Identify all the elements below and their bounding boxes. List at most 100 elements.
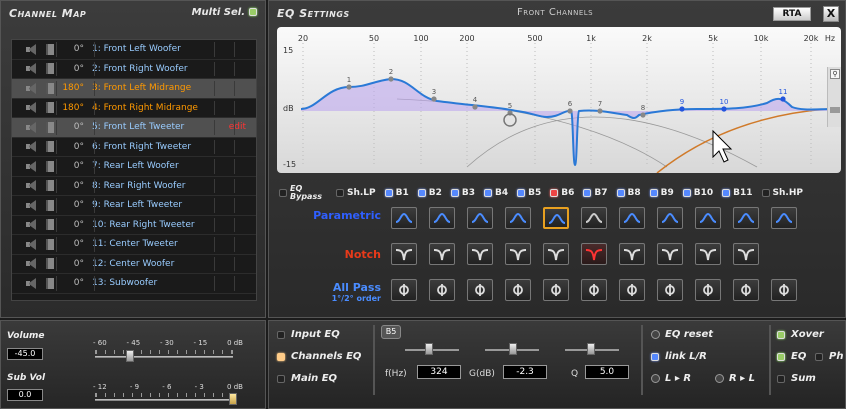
channel-phase[interactable]: 0°	[58, 239, 84, 249]
magnifier-icon[interactable]: ⚲	[830, 69, 840, 79]
allpass-filter-button-b10[interactable]	[733, 279, 759, 301]
sum-toggle[interactable]: Sum	[777, 373, 816, 384]
allpass-filter-button-b3[interactable]	[467, 279, 493, 301]
allpass-filter-button-b6[interactable]	[581, 279, 607, 301]
phase-toggle[interactable]: Ph	[815, 351, 843, 362]
channel-phase[interactable]: 0°	[58, 278, 84, 288]
speaker-mute-icon[interactable]	[26, 82, 38, 94]
notch-filter-button-b1[interactable]	[391, 243, 417, 265]
allpass-filter-button-b9[interactable]	[695, 279, 721, 301]
subvol-slider-knob[interactable]	[229, 393, 237, 405]
notch-filter-button-b2[interactable]	[429, 243, 455, 265]
parametric-filter-button-b7[interactable]	[619, 207, 645, 229]
eq-curve-plot[interactable]: 20 50 100 200 500 1k 2k 5k 10k 20k Hz 15 dB -15 1 2 3 4 5 6…	[277, 27, 841, 173]
band-toggle-b8[interactable]: B8	[616, 188, 641, 198]
speaker-mute-icon[interactable]	[26, 219, 38, 231]
channel-row[interactable]: 0° 11: Center Tweeter	[12, 235, 256, 255]
speaker-mute-icon[interactable]	[26, 43, 38, 55]
copy-r-to-l-button[interactable]: R ▸ L	[715, 373, 755, 384]
channel-phase[interactable]: 180°	[58, 103, 84, 113]
solo-icon[interactable]	[46, 102, 54, 114]
notch-filter-button-b6[interactable]	[581, 243, 607, 265]
xover-toggle[interactable]: Xover	[777, 329, 824, 340]
solo-icon[interactable]	[46, 82, 54, 94]
allpass-filter-button-b5[interactable]	[543, 279, 569, 301]
parametric-filter-button-b8[interactable]	[657, 207, 683, 229]
channel-phase[interactable]: 0°	[58, 161, 84, 171]
link-lr-toggle[interactable]: link L/R	[651, 351, 707, 362]
channel-phase[interactable]: 0°	[58, 220, 84, 230]
allpass-filter-button-b11[interactable]	[771, 279, 797, 301]
shelf-lp-toggle[interactable]: Sh.LP	[336, 188, 376, 198]
subvol-value-field[interactable]: 0.0	[7, 389, 43, 401]
speaker-mute-icon[interactable]	[26, 141, 38, 153]
speaker-mute-icon[interactable]	[26, 102, 38, 114]
notch-filter-button-b7[interactable]	[619, 243, 645, 265]
band-toggle-b6[interactable]: B6	[550, 188, 574, 198]
channel-row[interactable]: 0° 13: Subwoofer	[12, 274, 256, 294]
solo-icon[interactable]	[46, 141, 54, 153]
notch-filter-button-b3[interactable]	[467, 243, 493, 265]
notch-filter-button-b9[interactable]	[695, 243, 721, 265]
allpass-filter-button-b1[interactable]	[391, 279, 417, 301]
channel-row[interactable]: 0° 8: Rear Right Woofer	[12, 177, 256, 196]
gain-field[interactable]: -2.3	[503, 365, 547, 379]
eq-toggle[interactable]: EQ	[777, 351, 806, 362]
solo-icon[interactable]	[46, 63, 54, 75]
speaker-mute-icon[interactable]	[26, 180, 38, 192]
solo-icon[interactable]	[46, 258, 54, 270]
eq-bypass-toggle[interactable]: EQ Bypass	[279, 185, 322, 201]
speaker-mute-icon[interactable]	[26, 121, 38, 133]
channel-phase[interactable]: 180°	[58, 83, 84, 93]
solo-icon[interactable]	[46, 199, 54, 211]
gain-slider-knob[interactable]	[509, 343, 517, 355]
parametric-filter-button-b4[interactable]	[505, 207, 531, 229]
band-toggle-b11[interactable]: B11	[722, 188, 753, 198]
notch-filter-button-b4[interactable]	[505, 243, 531, 265]
band-toggle-b4[interactable]: B4	[484, 188, 508, 198]
zoom-slider-handle[interactable]	[830, 107, 840, 113]
channel-row[interactable]: 0° 1: Front Left Woofer	[12, 40, 256, 60]
band-toggle-b1[interactable]: B1	[384, 188, 409, 198]
channel-row[interactable]: 0° 6: Front Right Tweeter	[12, 138, 256, 157]
solo-icon[interactable]	[46, 277, 54, 289]
rta-button[interactable]: RTA	[773, 7, 811, 21]
multi-select-toggle[interactable]: Multi Sel.	[192, 7, 257, 18]
allpass-filter-button-b2[interactable]	[429, 279, 455, 301]
notch-filter-button-b10[interactable]	[733, 243, 759, 265]
channel-row[interactable]: 0° 7: Rear Left Woofer	[12, 157, 256, 177]
channel-phase[interactable]: 0°	[58, 142, 84, 152]
speaker-mute-icon[interactable]	[26, 238, 38, 250]
volume-slider-knob[interactable]	[125, 350, 134, 362]
freq-field[interactable]: 324	[417, 365, 461, 379]
close-button[interactable]: X	[823, 6, 839, 22]
shelf-hp-toggle[interactable]: Sh.HP	[761, 188, 803, 198]
band-toggle-b3[interactable]: B3	[450, 188, 475, 198]
volume-value-field[interactable]: -45.0	[7, 348, 43, 360]
speaker-mute-icon[interactable]	[26, 277, 38, 289]
speaker-mute-icon[interactable]	[26, 258, 38, 270]
parametric-filter-button-b1[interactable]	[391, 207, 417, 229]
channel-edit-link[interactable]: edit	[229, 122, 246, 132]
band-toggle-b2[interactable]: B2	[417, 188, 442, 198]
channel-phase[interactable]: 0°	[58, 259, 84, 269]
speaker-mute-icon[interactable]	[26, 160, 38, 172]
solo-icon[interactable]	[46, 160, 54, 172]
channel-row[interactable]: 180° 3: Front Left Midrange	[12, 79, 256, 99]
channels-eq-toggle[interactable]: Channels EQ	[277, 351, 361, 362]
allpass-filter-button-b8[interactable]	[657, 279, 683, 301]
channel-row[interactable]: 0° 2: Front Right Woofer	[12, 60, 256, 79]
band-toggle-b10[interactable]: B10	[682, 188, 713, 198]
channel-row[interactable]: 0° 10: Rear Right Tweeter	[12, 216, 256, 235]
copy-l-to-r-button[interactable]: L ▸ R	[651, 373, 691, 384]
channel-phase[interactable]: 0°	[58, 181, 84, 191]
parametric-filter-button-b6[interactable]	[581, 207, 607, 229]
channel-row[interactable]: 0° 12: Center Woofer	[12, 255, 256, 274]
solo-icon[interactable]	[46, 121, 54, 133]
input-eq-toggle[interactable]: Input EQ	[277, 329, 340, 340]
eq-graph[interactable]: 20 50 100 200 500 1k 2k 5k 10k 20k Hz 15 dB -15 1 2 3 4 5 6…	[277, 27, 841, 173]
channel-phase[interactable]: 0°	[58, 122, 84, 132]
allpass-filter-button-b7[interactable]	[619, 279, 645, 301]
band-toggle-b9[interactable]: B9	[649, 188, 674, 198]
speaker-mute-icon[interactable]	[26, 63, 38, 75]
